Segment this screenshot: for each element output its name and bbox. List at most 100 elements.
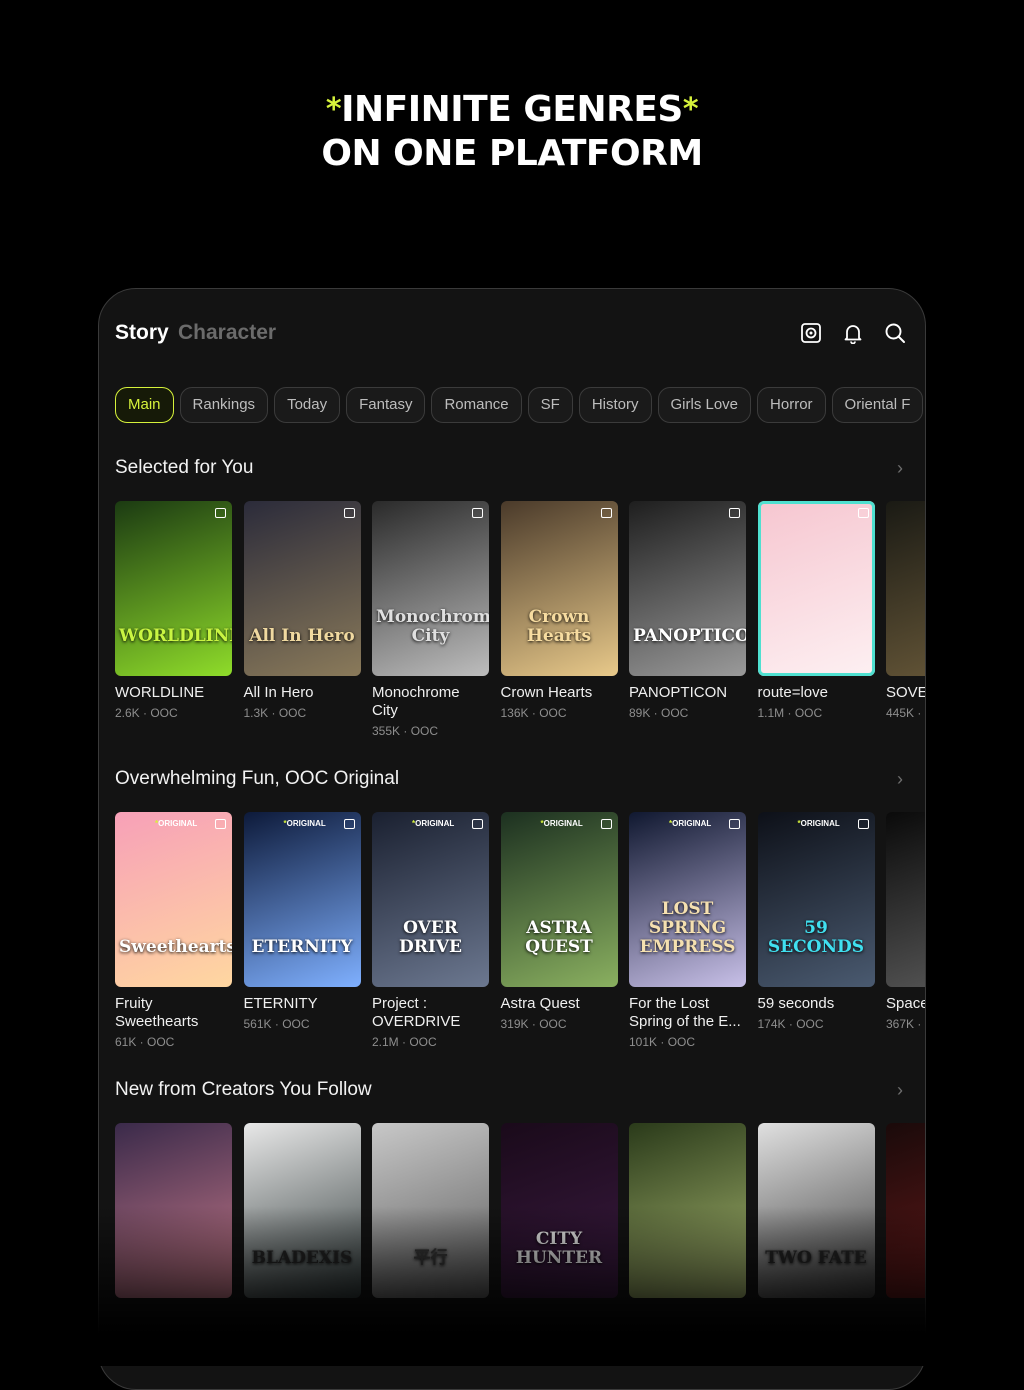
stack-icon	[857, 819, 869, 829]
card-title: SOVE	[886, 684, 926, 701]
cover-title-art: Crown Hearts	[526, 607, 592, 646]
cover-image: ASTRA QUEST *ORIGINAL	[500, 812, 618, 987]
story-card[interactable]: ETERNITY *ORIGINAL ETERNITY 561K · OOC	[243, 812, 361, 1031]
stack-icon	[600, 508, 612, 518]
cover-title-art: PANOPTICON	[633, 626, 746, 646]
story-card[interactable]: SOVE 445K ·	[886, 501, 926, 720]
cover-image: WORLDLINE	[115, 501, 232, 676]
card-title: Monochrome City	[372, 684, 460, 719]
stack-icon	[472, 819, 483, 829]
chip-sf[interactable]: SF	[527, 387, 573, 423]
cover-image: Crown Hearts	[500, 501, 618, 676]
star-glyph-right: *	[682, 92, 699, 127]
card-title: Space	[886, 995, 926, 1012]
top-bar: Story Character	[115, 319, 909, 349]
card-title: Project : OVERDRIVE	[372, 995, 461, 1030]
story-card[interactable]: All In Hero All In Hero 1.3K · OOC	[243, 501, 361, 720]
story-card[interactable]: WORLDLINE WORLDLINE 2.6K · OOC	[115, 501, 232, 720]
star-glyph-left: *	[325, 92, 342, 127]
story-card[interactable]: PANOPTICON PANOPTICON 89K · OOC	[629, 501, 746, 720]
chip-rankings[interactable]: Rankings	[179, 387, 269, 423]
card-meta: 561K · OOC	[243, 1017, 310, 1031]
section-title: Overwhelming Fun, OOC Original	[115, 768, 400, 789]
chip-main[interactable]: Main	[115, 387, 174, 423]
card-title: Crown Hearts	[500, 684, 593, 701]
stack-icon	[857, 508, 869, 518]
card-title: ETERNITY	[243, 995, 318, 1012]
section-title: New from Creators You Follow	[115, 1079, 372, 1100]
card-meta: 89K · OOC	[629, 706, 689, 720]
original-badge-label: ORIGINAL	[543, 819, 583, 828]
tab-story[interactable]: Story	[115, 321, 169, 345]
cover-image: PANOPTICON	[629, 501, 746, 676]
card-title: PANOPTICON	[629, 684, 728, 701]
story-card[interactable]: route=love 1.1M · OOC	[757, 501, 875, 720]
camera-icon[interactable]	[797, 319, 825, 347]
card-meta: 101K · OOC	[629, 1035, 696, 1049]
chip-fantasy[interactable]: Fantasy	[346, 387, 426, 423]
chip-romance[interactable]: Romance	[431, 387, 522, 423]
original-badge-label: ORIGINAL	[415, 819, 455, 828]
original-badge: *ORIGINAL	[540, 819, 583, 828]
chevron-right-icon[interactable]: ›	[897, 1077, 903, 1103]
section-new-from-creators: New from Creators You Follow›BLADEXIS平行C…	[115, 1077, 925, 1298]
card-title: 59 seconds	[757, 995, 835, 1012]
section-selected-for-you: Selected for You › WORLDLINE WORLDLINE 2.6K …	[115, 455, 925, 738]
card-meta: 367K ·	[886, 1017, 922, 1031]
chip-today[interactable]: Today	[274, 387, 341, 423]
story-card[interactable]: Monochrome City Monochrome City 355K · OOC	[372, 501, 489, 738]
story-card[interactable]: OVER DRIVE *ORIGINAL Project : OVERDRIVE 2.…	[372, 812, 489, 1049]
original-badge: *ORIGINAL	[412, 819, 455, 828]
story-card[interactable]: 59 SECONDS *ORIGINAL 59 seconds 174K · OOC	[757, 812, 875, 1031]
search-icon[interactable]	[881, 319, 909, 347]
card-meta: 1.3K · OOC	[243, 706, 307, 720]
story-card[interactable]: Crown Hearts Crown Hearts 136K · OOC	[500, 501, 618, 720]
story-card[interactable]: LOST SPRING EMPRESS *ORIGINAL For the Lost…	[629, 812, 746, 1049]
story-card[interactable]: Space 367K ·	[886, 812, 926, 1031]
promo-headline: *INFINITE GENRES* ON ONE PLATFORM	[0, 88, 1024, 176]
chip-horror[interactable]: Horror	[757, 387, 826, 423]
section-ooc-original: Overwhelming Fun, OOC Original › Sweethear…	[115, 766, 925, 1049]
original-badge-label: ORIGINAL	[800, 819, 840, 828]
stack-icon	[343, 508, 355, 518]
cover-title-art: Monochrome City	[376, 607, 489, 646]
chevron-right-icon[interactable]: ›	[897, 766, 903, 792]
cover-title-art: All In Hero	[249, 626, 355, 646]
chip-oriental-f[interactable]: Oriental F	[831, 387, 924, 423]
card-meta: 355K · OOC	[372, 724, 439, 738]
card-meta: 2.1M · OOC	[372, 1035, 437, 1049]
cover-title-art: WORLDLINE	[119, 626, 232, 646]
card-title: WORLDLINE	[115, 684, 205, 701]
card-meta: 1.1M · OOC	[757, 706, 823, 720]
cover-title-art: ETERNITY	[251, 937, 353, 957]
tab-character[interactable]: Character	[178, 321, 276, 345]
cover-title-art: 59 SECONDS	[767, 918, 865, 957]
card-title: For the Lost Spring of the E...	[629, 995, 741, 1030]
card-title: All In Hero	[243, 684, 314, 701]
original-badge: *ORIGINAL	[155, 819, 198, 828]
original-badge: *ORIGINAL	[283, 819, 326, 828]
chevron-right-icon[interactable]: ›	[897, 455, 903, 481]
headline-line-2: ON ONE PLATFORM	[321, 133, 703, 174]
stack-icon	[472, 508, 483, 518]
cover-image	[757, 501, 875, 676]
card-title: Fruity Sweethearts	[115, 995, 199, 1030]
cover-title-art: LOST SPRING EMPRESS	[639, 899, 736, 957]
stack-icon	[729, 508, 740, 518]
stack-icon	[343, 819, 355, 829]
bell-icon[interactable]	[839, 319, 867, 347]
story-card[interactable]: ASTRA QUEST *ORIGINAL Astra Quest 319K · OO…	[500, 812, 618, 1031]
original-badge-label: ORIGINAL	[672, 819, 712, 828]
stack-icon	[215, 819, 226, 829]
stack-icon	[729, 819, 740, 829]
card-meta: 174K · OOC	[757, 1017, 824, 1031]
original-badge: *ORIGINAL	[669, 819, 712, 828]
genre-chip-bar: Main Rankings Today Fantasy Romance SF History…	[115, 387, 925, 423]
cover-title-art: ASTRA QUEST	[525, 918, 593, 957]
cover-image: OVER DRIVE *ORIGINAL	[372, 812, 489, 987]
chip-history[interactable]: History	[578, 387, 652, 423]
cover-title-art: Sweethearts	[119, 937, 232, 957]
story-card[interactable]: Sweethearts *ORIGINAL Fruity Sweethearts 61…	[115, 812, 232, 1049]
chip-girls-love[interactable]: Girls Love	[657, 387, 752, 423]
bottom-fade	[0, 1206, 1024, 1366]
